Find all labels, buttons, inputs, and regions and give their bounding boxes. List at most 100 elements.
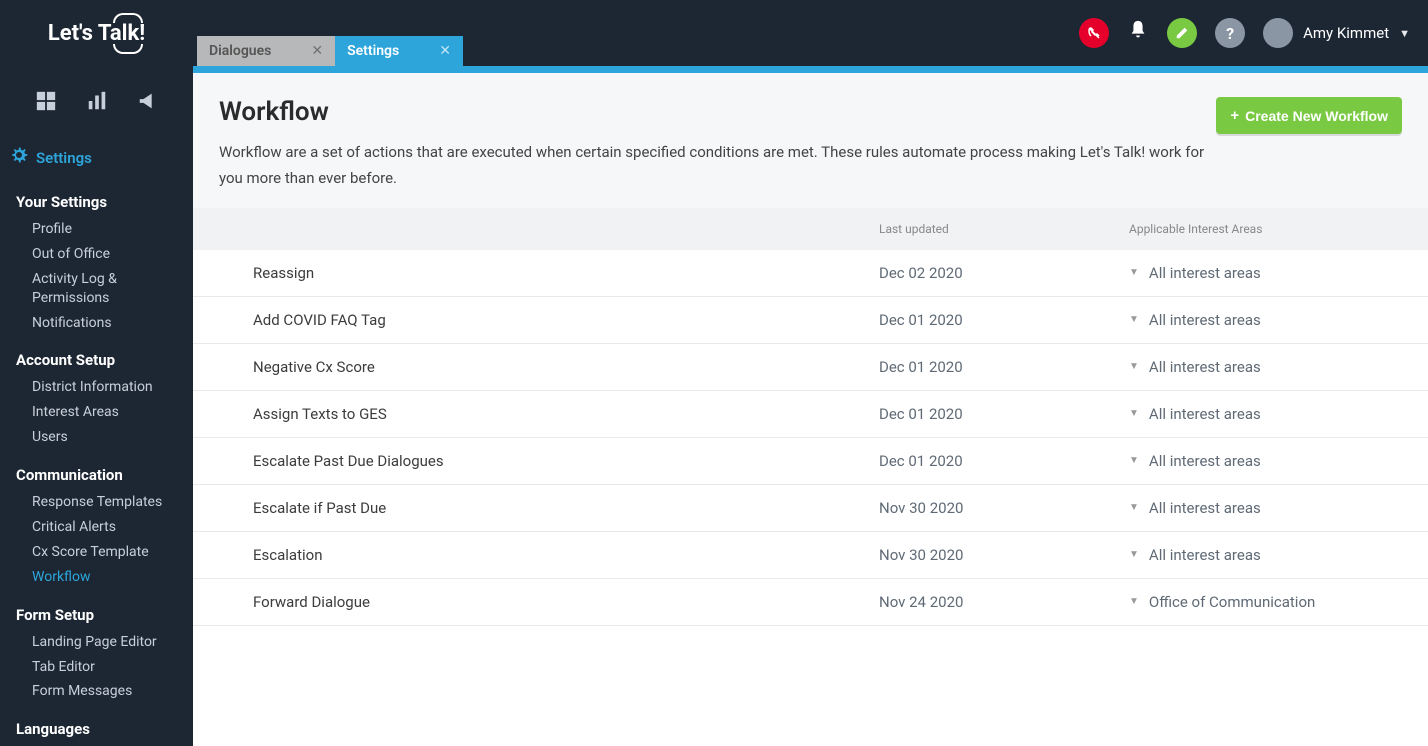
tab-dialogues[interactable]: Dialogues ✕ bbox=[197, 36, 335, 66]
workflow-name: Add COVID FAQ Tag bbox=[219, 311, 879, 329]
workflow-areas[interactable]: ▼All interest areas bbox=[1129, 264, 1402, 282]
workflow-areas-text: All interest areas bbox=[1149, 311, 1261, 329]
workflow-updated: Nov 30 2020 bbox=[879, 499, 1129, 517]
table-row[interactable]: Escalate if Past DueNov 30 2020▼All inte… bbox=[193, 485, 1428, 532]
caret-down-icon: ▼ bbox=[1129, 455, 1139, 466]
sidebar-group: CommunicationResponse TemplatesCritical … bbox=[0, 460, 193, 600]
sidebar-item-users[interactable]: Users bbox=[16, 425, 177, 450]
sidebar-group-title: Languages bbox=[16, 720, 177, 738]
sidebar-item-form-messages[interactable]: Form Messages bbox=[16, 679, 177, 704]
user-name: Amy Kimmet bbox=[1303, 24, 1389, 42]
create-new-workflow-button[interactable]: + Create New Workflow bbox=[1216, 97, 1402, 134]
workflow-areas[interactable]: ▼ Office of Communication bbox=[1129, 593, 1402, 611]
sidebar-group: Languages bbox=[0, 714, 193, 746]
create-button-label: Create New Workflow bbox=[1245, 108, 1388, 124]
sidebar-item-district-information[interactable]: District Information bbox=[16, 375, 177, 400]
workflow-areas-text: Office of Communication bbox=[1149, 593, 1315, 611]
megaphone-icon[interactable] bbox=[137, 90, 159, 118]
workflow-areas-text: All interest areas bbox=[1149, 546, 1261, 564]
page-title: Workflow bbox=[219, 97, 329, 127]
sidebar-item-landing-page-editor[interactable]: Landing Page Editor bbox=[16, 630, 177, 655]
plus-icon: + bbox=[1230, 107, 1239, 124]
sidebar-item-notifications[interactable]: Notifications bbox=[16, 311, 177, 336]
caret-down-icon: ▼ bbox=[1129, 267, 1139, 278]
workflow-areas-text: All interest areas bbox=[1149, 358, 1261, 376]
help-icon[interactable]: ? bbox=[1215, 18, 1245, 48]
table-header: Last updated Applicable Interest Areas bbox=[193, 208, 1428, 250]
caret-down-icon: ▼ bbox=[1129, 408, 1139, 419]
workflow-name: Escalate Past Due Dialogues bbox=[219, 452, 879, 470]
workflow-areas-text: All interest areas bbox=[1149, 405, 1261, 423]
caret-down-icon: ▼ bbox=[1129, 361, 1139, 372]
edit-icon[interactable] bbox=[1167, 18, 1197, 48]
workflow-areas[interactable]: ▼All interest areas bbox=[1129, 452, 1402, 470]
workflow-updated: Nov 30 2020 bbox=[879, 546, 1129, 564]
table-row[interactable]: Negative Cx ScoreDec 01 2020▼ All interes… bbox=[193, 344, 1428, 391]
sidebar-group: Your SettingsProfileOut of OfficeActivit… bbox=[0, 187, 193, 345]
table-row[interactable]: Escalate Past Due DialoguesDec 01 2020▼A… bbox=[193, 438, 1428, 485]
chevron-down-icon: ▼ bbox=[1399, 27, 1410, 40]
workflow-areas-text: All interest areas bbox=[1149, 499, 1261, 517]
tab-label: Settings bbox=[347, 43, 399, 59]
sidebar-top-icons bbox=[0, 82, 193, 140]
workflow-updated: Dec 01 2020 bbox=[879, 452, 1129, 470]
sidebar-item-workflow[interactable]: Workflow bbox=[16, 565, 177, 590]
gear-icon bbox=[10, 146, 28, 169]
workflow-areas[interactable]: ▼ All interest areas bbox=[1129, 311, 1402, 329]
user-menu[interactable]: Amy Kimmet ▼ bbox=[1263, 18, 1410, 48]
workflow-updated: Dec 02 2020 bbox=[879, 264, 1129, 282]
sidebar-item-interest-areas[interactable]: Interest Areas bbox=[16, 400, 177, 425]
sidebar-item-critical-alerts[interactable]: Critical Alerts bbox=[16, 515, 177, 540]
content-area: Workflow + Create New Workflow Workflow … bbox=[193, 66, 1428, 746]
workflow-areas[interactable]: ▼ All interest areas bbox=[1129, 499, 1402, 517]
caret-down-icon: ▼ bbox=[1129, 314, 1139, 325]
sidebar-group-title: Account Setup bbox=[16, 351, 177, 369]
logo-text: Let's Talk! bbox=[48, 21, 145, 46]
workflow-updated: Nov 24 2020 bbox=[879, 593, 1129, 611]
sidebar-item-profile[interactable]: Profile bbox=[16, 217, 177, 242]
workflow-areas[interactable]: ▼ All interest areas bbox=[1129, 358, 1402, 376]
table-row[interactable]: ReassignDec 02 2020▼All interest areas bbox=[193, 250, 1428, 297]
workflow-name: Negative Cx Score bbox=[219, 358, 879, 376]
sidebar-settings-label: Settings bbox=[36, 149, 92, 167]
workflow-name: Assign Texts to GES bbox=[219, 405, 879, 423]
sidebar-item-cx-score-template[interactable]: Cx Score Template bbox=[16, 540, 177, 565]
tabs-row: Dialogues ✕ Settings ✕ bbox=[197, 0, 463, 66]
workflow-name: Escalation bbox=[219, 546, 879, 564]
caret-down-icon: ▼ bbox=[1129, 502, 1139, 513]
sidebar-settings-link[interactable]: Settings bbox=[0, 140, 193, 187]
top-bar: Let's Talk! Dialogues ✕ Settings ✕ ? Amy… bbox=[0, 0, 1428, 66]
logo-arc-top-icon bbox=[113, 13, 143, 23]
tab-label: Dialogues bbox=[209, 43, 271, 59]
sidebar-item-activity-log-permissions[interactable]: Activity Log & Permissions bbox=[16, 267, 177, 311]
bell-icon[interactable] bbox=[1127, 19, 1149, 47]
workflow-areas[interactable]: ▼ All interest areas bbox=[1129, 546, 1402, 564]
caret-down-icon: ▼ bbox=[1129, 549, 1139, 560]
sidebar-item-out-of-office[interactable]: Out of Office bbox=[16, 242, 177, 267]
sidebar: Settings Your SettingsProfileOut of Offi… bbox=[0, 66, 193, 746]
logo-arc-bottom-icon bbox=[113, 44, 143, 54]
status-red-icon[interactable] bbox=[1079, 18, 1109, 48]
page-header: Workflow + Create New Workflow Workflow … bbox=[193, 73, 1428, 208]
tab-settings[interactable]: Settings ✕ bbox=[335, 36, 463, 66]
chart-icon[interactable] bbox=[86, 90, 108, 118]
caret-down-icon: ▼ bbox=[1129, 596, 1139, 607]
table-row[interactable]: Forward DialogueNov 24 2020▼Office of Co… bbox=[193, 579, 1428, 626]
topbar-right: ? Amy Kimmet ▼ bbox=[1079, 18, 1428, 48]
grid-icon[interactable] bbox=[35, 90, 57, 118]
slash-phone-icon bbox=[1086, 25, 1102, 41]
close-icon[interactable]: ✕ bbox=[439, 43, 451, 59]
workflow-areas[interactable]: ▼ All interest areas bbox=[1129, 405, 1402, 423]
table-row[interactable]: EscalationNov 30 2020▼ All interest areas bbox=[193, 532, 1428, 579]
table-row[interactable]: Add COVID FAQ TagDec 01 2020▼All interes… bbox=[193, 297, 1428, 344]
workflow-updated: Dec 01 2020 bbox=[879, 405, 1129, 423]
logo[interactable]: Let's Talk! bbox=[0, 0, 193, 66]
sidebar-item-response-templates[interactable]: Response Templates bbox=[16, 490, 177, 515]
workflow-updated: Dec 01 2020 bbox=[879, 358, 1129, 376]
avatar bbox=[1263, 18, 1293, 48]
sidebar-group-title: Form Setup bbox=[16, 606, 177, 624]
close-icon[interactable]: ✕ bbox=[311, 43, 323, 59]
page-description: Workflow are a set of actions that are e… bbox=[219, 139, 1219, 192]
table-row[interactable]: Assign Texts to GESDec 01 2020▼ All inter… bbox=[193, 391, 1428, 438]
sidebar-item-tab-editor[interactable]: Tab Editor bbox=[16, 655, 177, 680]
